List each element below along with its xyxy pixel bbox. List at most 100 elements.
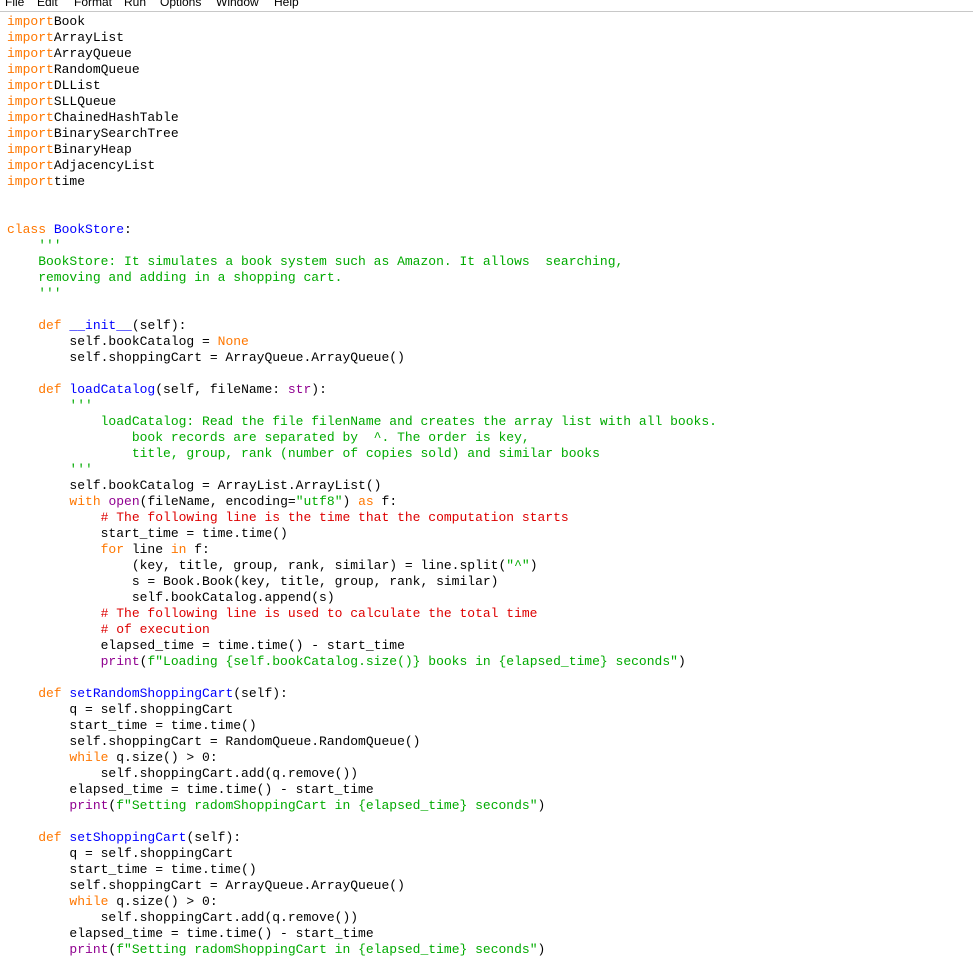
code-line[interactable]: elapsed_time = time.time() - start_time xyxy=(7,638,717,654)
code-token: # The following line is used to calculat… xyxy=(7,606,538,621)
code-line[interactable]: self.bookCatalog = None xyxy=(7,334,717,350)
code-line[interactable]: # The following line is used to calculat… xyxy=(7,606,717,622)
code-token: def xyxy=(7,318,62,333)
code-token: self.shoppingCart = RandomQueue.RandomQu… xyxy=(7,734,421,749)
code-line[interactable]: ''' xyxy=(7,238,717,254)
menu-help[interactable]: Help xyxy=(274,0,299,9)
code-line[interactable]: importDLList xyxy=(7,78,717,94)
code-token: self.bookCatalog = ArrayList.ArrayList() xyxy=(7,478,382,493)
menu-edit[interactable]: Edit xyxy=(37,0,58,9)
code-line[interactable]: for line in f: xyxy=(7,542,717,558)
code-line[interactable]: q = self.shoppingCart xyxy=(7,846,717,862)
code-line[interactable]: with open(fileName, encoding="utf8") as … xyxy=(7,494,717,510)
code-token: ArrayQueue xyxy=(53,46,132,61)
code-token: import xyxy=(7,174,54,189)
code-line[interactable]: class BookStore: xyxy=(7,222,717,238)
code-line[interactable]: importBook xyxy=(7,14,717,30)
code-token: f"Setting radomShoppingCart in {elapsed_… xyxy=(116,798,538,813)
code-token: BookStore: It simulates a book system su… xyxy=(7,254,624,269)
menu-run[interactable]: Run xyxy=(124,0,146,9)
code-line[interactable]: while q.size() > 0: xyxy=(7,750,717,766)
code-line[interactable]: importRandomQueue xyxy=(7,62,717,78)
code-token: (self): xyxy=(233,686,288,701)
code-line[interactable]: book records are separated by ^. The ord… xyxy=(7,430,717,446)
code-token: while xyxy=(7,750,109,765)
code-token: ''' xyxy=(7,398,93,413)
code-line[interactable]: def loadCatalog(self, fileName: str): xyxy=(7,382,717,398)
code-token: ) xyxy=(537,798,546,813)
code-line[interactable]: self.shoppingCart = ArrayQueue.ArrayQueu… xyxy=(7,878,717,894)
code-token: print xyxy=(7,654,140,669)
code-line[interactable]: self.shoppingCart.add(q.remove()) xyxy=(7,910,717,926)
code-token: ''' xyxy=(7,462,93,477)
code-line[interactable]: start_time = time.time() xyxy=(7,526,717,542)
code-token: ) xyxy=(342,494,359,509)
code-line[interactable] xyxy=(7,814,717,830)
code-token: print xyxy=(7,942,109,957)
code-token: # The following line is the time that th… xyxy=(7,510,569,525)
code-line[interactable]: importtime xyxy=(7,174,717,190)
code-line[interactable]: BookStore: It simulates a book system su… xyxy=(7,254,717,270)
code-line[interactable]: title, group, rank (number of copies sol… xyxy=(7,446,717,462)
code-line[interactable] xyxy=(7,670,717,686)
code-line[interactable]: importBinaryHeap xyxy=(7,142,717,158)
code-editor[interactable]: importBook importArrayList importArrayQueu… xyxy=(0,12,973,969)
code-token: q.size() > 0: xyxy=(108,894,218,909)
code-token: DLList xyxy=(53,78,101,93)
code-line[interactable]: def setShoppingCart(self): xyxy=(7,830,717,846)
code-token: s = Book.Book(key, title, group, rank, s… xyxy=(7,574,499,589)
code-line[interactable]: importArrayList xyxy=(7,30,717,46)
code-line[interactable]: (key, title, group, rank, similar) = lin… xyxy=(7,558,717,574)
menu-options[interactable]: Options xyxy=(160,0,201,9)
code-token: import xyxy=(7,30,54,45)
code-line[interactable]: ''' xyxy=(7,286,717,302)
code-line[interactable] xyxy=(7,206,717,222)
code-token: open xyxy=(108,494,140,509)
code-line[interactable]: elapsed_time = time.time() - start_time xyxy=(7,926,717,942)
menu-format[interactable]: Format xyxy=(74,0,112,9)
menu-file[interactable]: File xyxy=(5,0,24,9)
code-line[interactable]: importBinarySearchTree xyxy=(7,126,717,142)
code-line[interactable]: while q.size() > 0: xyxy=(7,894,717,910)
code-line[interactable]: elapsed_time = time.time() - start_time xyxy=(7,782,717,798)
code-line[interactable]: start_time = time.time() xyxy=(7,718,717,734)
code-line[interactable]: self.bookCatalog = ArrayList.ArrayList() xyxy=(7,478,717,494)
code-token: ChainedHashTable xyxy=(53,110,179,125)
code-token: ) xyxy=(537,942,546,957)
code-line[interactable]: def setRandomShoppingCart(self): xyxy=(7,686,717,702)
code-token: def xyxy=(7,382,62,397)
code-token: self.shoppingCart = ArrayQueue.ArrayQueu… xyxy=(7,350,405,365)
menu-window[interactable]: Window xyxy=(216,0,259,9)
code-token: ) xyxy=(529,558,538,573)
code-line[interactable]: print(f"Setting radomShoppingCart in {el… xyxy=(7,798,717,814)
code-line[interactable]: # of execution xyxy=(7,622,717,638)
code-line[interactable] xyxy=(7,302,717,318)
code-line[interactable]: self.shoppingCart = RandomQueue.RandomQu… xyxy=(7,734,717,750)
code-line[interactable]: self.shoppingCart.add(q.remove()) xyxy=(7,766,717,782)
code-token: import xyxy=(7,110,54,125)
code-line[interactable]: importArrayQueue xyxy=(7,46,717,62)
code-line[interactable]: removing and adding in a shopping cart. xyxy=(7,270,717,286)
code-line[interactable]: importChainedHashTable xyxy=(7,110,717,126)
code-line[interactable]: # The following line is the time that th… xyxy=(7,510,717,526)
code-line[interactable] xyxy=(7,366,717,382)
code-line[interactable]: print(f"Loading {self.bookCatalog.size()… xyxy=(7,654,717,670)
code-token: start_time = time.time() xyxy=(7,526,288,541)
code-line[interactable]: importSLLQueue xyxy=(7,94,717,110)
code-token: while xyxy=(7,894,109,909)
code-text-area[interactable]: importBook importArrayList importArrayQueu… xyxy=(7,14,717,958)
code-line[interactable]: importAdjacencyList xyxy=(7,158,717,174)
code-line[interactable]: ''' xyxy=(7,462,717,478)
code-line[interactable]: self.shoppingCart = ArrayQueue.ArrayQueu… xyxy=(7,350,717,366)
code-line[interactable]: print(f"Setting radomShoppingCart in {el… xyxy=(7,942,717,958)
code-line[interactable]: loadCatalog: Read the file filenName and… xyxy=(7,414,717,430)
code-token: start_time = time.time() xyxy=(7,718,257,733)
code-token: RandomQueue xyxy=(53,62,140,77)
code-line[interactable]: ''' xyxy=(7,398,717,414)
code-line[interactable]: def __init__(self): xyxy=(7,318,717,334)
code-line[interactable]: self.bookCatalog.append(s) xyxy=(7,590,717,606)
code-line[interactable] xyxy=(7,190,717,206)
code-line[interactable]: s = Book.Book(key, title, group, rank, s… xyxy=(7,574,717,590)
code-line[interactable]: start_time = time.time() xyxy=(7,862,717,878)
code-line[interactable]: q = self.shoppingCart xyxy=(7,702,717,718)
